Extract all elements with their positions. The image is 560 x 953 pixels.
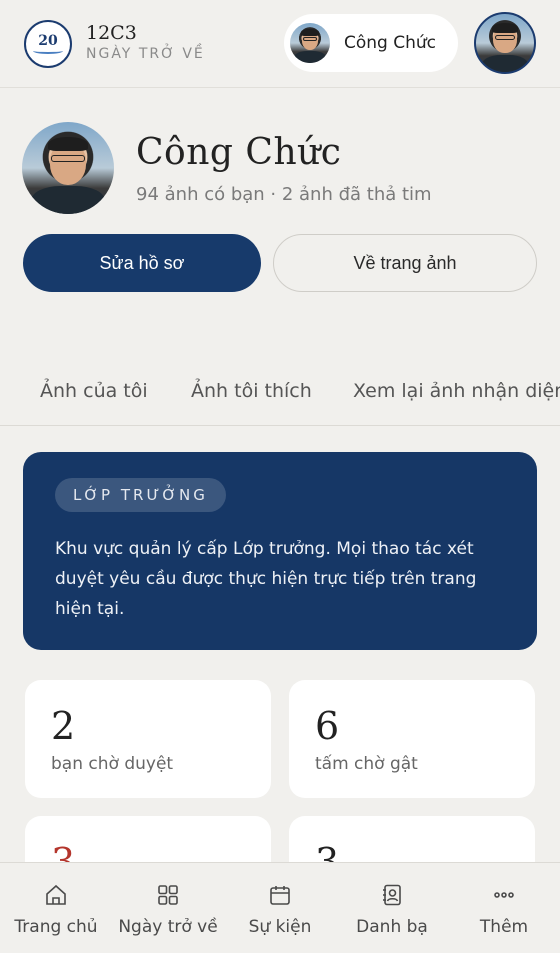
stat-label: bạn chờ duyệt — [51, 754, 174, 774]
tab-my-photos[interactable]: Ảnh của tôi — [40, 380, 148, 402]
top-bar: 20 12C3 NGÀY TRỞ VỀ Công Chức — [0, 0, 560, 88]
stat-value: 6 — [315, 704, 340, 748]
nav-item-more[interactable]: Thêm — [448, 863, 560, 953]
logo-number: 20 — [38, 33, 58, 49]
album-page-button[interactable]: Về trang ảnh — [273, 234, 537, 292]
account-avatar[interactable] — [474, 12, 536, 74]
app-subtitle: NGÀY TRỞ VỀ — [86, 46, 205, 62]
home-icon — [46, 884, 66, 905]
stat-label: tấm chờ gật — [315, 754, 418, 774]
more-icon — [494, 892, 514, 898]
nav-item-events[interactable]: Sự kiện — [224, 863, 336, 953]
class-name: 12C3 — [86, 22, 137, 44]
nav-label: Ngày trở về — [118, 917, 218, 937]
tab-liked-photos[interactable]: Ảnh tôi thích — [191, 380, 312, 402]
profile-stats: 94 ảnh có bạn · 2 ảnh đã thả tim — [136, 184, 432, 205]
nav-item-return-day[interactable]: Ngày trở về — [112, 863, 224, 953]
contacts-icon — [383, 884, 401, 906]
stat-card-pending-photos[interactable]: 6 tấm chờ gật — [289, 680, 535, 798]
brand: 12C3 NGÀY TRỞ VỀ — [86, 22, 205, 64]
banner-text: Khu vực quản lý cấp Lớp trưởng. Mọi thao… — [55, 539, 477, 619]
user-chip-name: Công Chức — [344, 33, 437, 53]
stat-value: 2 — [51, 704, 76, 748]
profile-avatar — [22, 122, 114, 214]
class-logo[interactable]: 20 — [24, 20, 72, 68]
class-monitor-banner: LỚP TRƯỞNG Khu vực quản lý cấp Lớp trưởn… — [23, 452, 537, 650]
nav-item-contacts[interactable]: Danh bạ — [336, 863, 448, 953]
grid-icon — [158, 885, 178, 905]
stat-card-pending-friends[interactable]: 2 bạn chờ duyệt — [25, 680, 271, 798]
avatar — [290, 23, 330, 63]
bottom-nav: Trang chủ Ngày trở về Sự kiện Danh bạ Th… — [0, 862, 560, 953]
nav-label: Trang chủ — [14, 917, 98, 937]
nav-label: Sự kiện — [248, 917, 312, 937]
profile-name: Công Chức — [136, 132, 342, 173]
role-badge: LỚP TRƯỞNG — [55, 478, 226, 512]
user-chip[interactable]: Công Chức — [284, 14, 458, 72]
profile-tabs: Ảnh của tôi Ảnh tôi thích Xem lại ảnh nh… — [0, 364, 560, 426]
nav-label: Thêm — [479, 917, 529, 937]
nav-label: Danh bạ — [356, 917, 428, 937]
edit-profile-button[interactable]: Sửa hồ sơ — [23, 234, 261, 292]
tab-review-recognition[interactable]: Xem lại ảnh nhận diện — [353, 380, 560, 402]
calendar-icon — [270, 886, 290, 905]
nav-item-home[interactable]: Trang chủ — [0, 863, 112, 953]
logo-wave-icon — [33, 48, 63, 54]
